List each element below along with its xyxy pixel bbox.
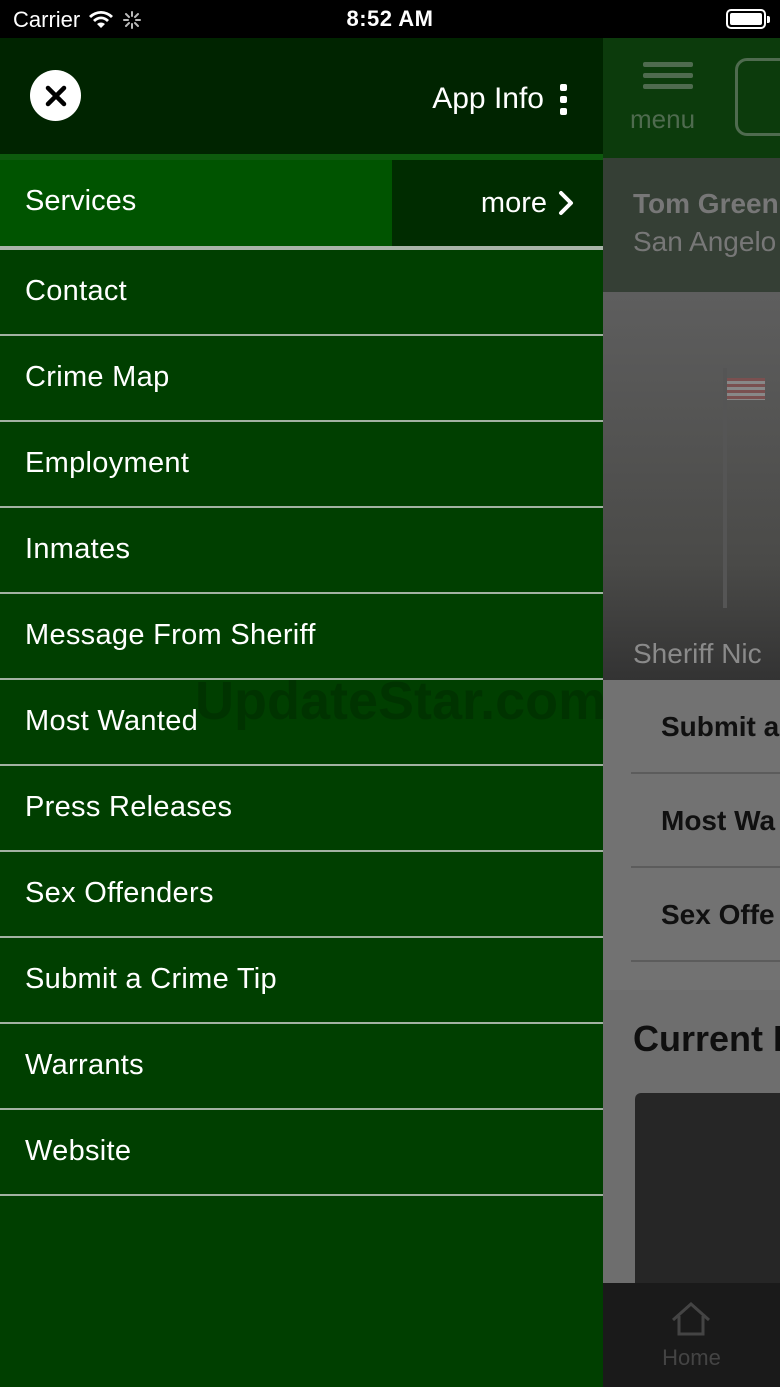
flag-image [727, 378, 765, 400]
chevron-right-icon [559, 191, 573, 215]
menu-item-message-from-sheriff[interactable]: Message From Sheriff [0, 594, 603, 680]
menu-item-crime-map[interactable]: Crime Map [0, 336, 603, 422]
hero-photo [603, 292, 780, 680]
battery-icon [726, 9, 770, 29]
home-icon[interactable] [669, 1300, 713, 1338]
header-button[interactable] [735, 58, 780, 136]
menu-item-submit-crime-tip[interactable]: Submit a Crime Tip [0, 938, 603, 1024]
background-app: menu Tom Green San Angelo Sheriff Nic Su… [603, 38, 780, 1387]
menu-item-warrants[interactable]: Warrants [0, 1024, 603, 1110]
current-card[interactable] [635, 1093, 780, 1293]
flagpole [723, 368, 727, 608]
agency-title: Tom Green [633, 188, 779, 219]
app-info-button[interactable]: App Info [432, 82, 567, 116]
status-time: 8:52 AM [346, 6, 434, 31]
close-icon [45, 85, 66, 106]
services-row[interactable]: Services more [0, 160, 603, 246]
menu-item-sex-offenders[interactable]: Sex Offenders [0, 852, 603, 938]
services-label: Services [25, 185, 137, 217]
hamburger-icon[interactable] [643, 62, 693, 95]
agency-subtitle: San Angelo [633, 226, 777, 257]
background-header: menu [603, 38, 780, 158]
tab-home-label[interactable]: Home [603, 1345, 780, 1371]
menu-item-press-releases[interactable]: Press Releases [0, 766, 603, 852]
close-button[interactable] [30, 70, 81, 121]
menu-item-inmates[interactable]: Inmates [0, 508, 603, 594]
quick-link-item[interactable]: Submit a [631, 680, 780, 774]
app-info-label: App Info [432, 82, 544, 115]
more-button[interactable]: more [392, 160, 603, 246]
drawer-header: App Info [0, 38, 603, 154]
current-heading: Current I [633, 1018, 780, 1059]
menu-label: menu [630, 104, 696, 134]
menu-item-employment[interactable]: Employment [0, 422, 603, 508]
more-label: more [480, 186, 547, 219]
menu-item-contact[interactable]: Contact [0, 250, 603, 336]
menu-item-website[interactable]: Website [0, 1110, 603, 1196]
quick-link-item[interactable]: Sex Offe [631, 868, 780, 962]
status-bar: Carrier 8:52 AM [0, 0, 780, 38]
watermark: UpdateStar.com [195, 671, 607, 731]
background-title-band [603, 158, 780, 292]
hero-caption: Sheriff Nic [633, 638, 762, 669]
quick-links: Submit a Most Wa Sex Offe [603, 680, 780, 990]
more-vertical-icon [560, 83, 567, 115]
quick-link-item[interactable]: Most Wa [631, 774, 780, 868]
